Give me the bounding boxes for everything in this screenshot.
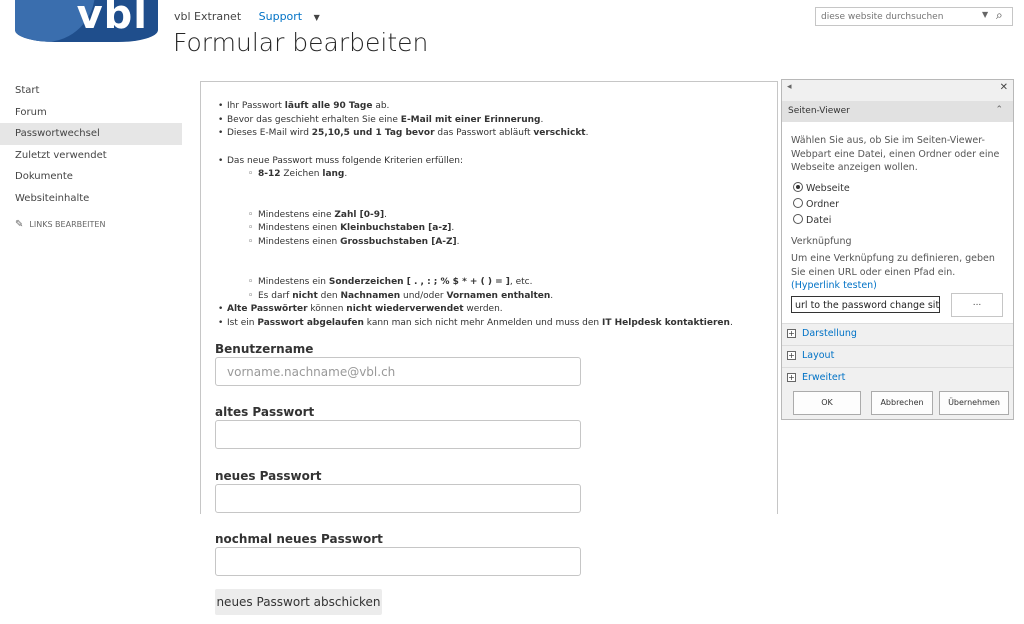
username-field[interactable]: vorname.nachname@vbl.ch (215, 357, 581, 386)
close-icon[interactable]: ✕ (1000, 82, 1008, 93)
url-input[interactable]: url to the password change site (791, 296, 940, 313)
search-input[interactable] (819, 11, 978, 23)
ok-button[interactable]: OK (793, 391, 861, 415)
nav-item-passwortwechsel[interactable]: Passwortwechsel (0, 123, 182, 145)
nav-item-forum[interactable]: Forum (0, 102, 182, 124)
section-title: Seiten-Viewer (788, 106, 850, 116)
old-password-label: altes Passwort (215, 405, 315, 419)
password-rules: Ihr Passwort läuft alle 90 Tage ab. Bevo… (213, 100, 768, 330)
logo-text: vbl (76, 0, 148, 38)
support-link[interactable]: Support (259, 10, 302, 23)
viewer-description: Wählen Sie aus, ob Sie im Seiten-Viewer-… (791, 135, 1000, 173)
expander-darstellung[interactable]: + Darstellung (782, 323, 1013, 345)
username-label: Benutzername (215, 342, 314, 356)
new-password-label: neues Passwort (215, 469, 322, 483)
criteria-item: Es darf nicht den Nachnamen und/oder Vor… (213, 290, 768, 304)
top-navigation: vbl Extranet Support ▼ (174, 10, 334, 23)
rule-item: Alte Passwörter können nicht wiederverwe… (213, 303, 768, 317)
repeat-password-label: nochmal neues Passwort (215, 532, 383, 546)
nav-item-zuletzt-verwendet[interactable]: Zuletzt verwendet (0, 145, 182, 167)
repeat-password-field[interactable] (215, 547, 581, 576)
criteria-item: Mindestens einen Grossbuchstaben [A-Z]. (213, 236, 768, 250)
rule-item: Das neue Passwort muss folgende Kriterie… (213, 155, 768, 169)
plus-icon: + (787, 351, 796, 360)
expander-layout[interactable]: + Layout (782, 345, 1013, 367)
edit-links-label: LINKS BEARBEITEN (29, 220, 106, 229)
criteria-item: Mindestens einen Kleinbuchstaben [a-z]. (213, 222, 768, 236)
cancel-button[interactable]: Abbrechen (871, 391, 933, 415)
radio-ordner[interactable]: Ordner (793, 197, 839, 210)
left-navigation: Start Forum Passwortwechsel Zuletzt verw… (0, 80, 182, 230)
rule-item: Bevor das geschieht erhalten Sie eine E-… (213, 114, 768, 128)
nav-item-websiteinhalte[interactable]: Websiteinhalte (0, 188, 182, 210)
radio-datei[interactable]: Datei (793, 213, 831, 226)
browse-button[interactable]: ... (951, 293, 1003, 317)
section-header[interactable]: Seiten-Viewer ⌃ (782, 101, 1013, 122)
radio-icon (793, 214, 803, 224)
apply-button[interactable]: Übernehmen (939, 391, 1009, 415)
tool-pane-header: ◂ ✕ (782, 80, 1013, 98)
radio-webseite[interactable]: Webseite (793, 181, 850, 194)
edit-links-button[interactable]: ✎ LINKS BEARBEITEN (0, 219, 182, 230)
new-password-field[interactable] (215, 484, 581, 513)
site-name-link[interactable]: vbl Extranet (174, 10, 241, 23)
link-description: Um eine Verknüpfung zu definieren, geben… (791, 253, 995, 291)
page-title: Formular bearbeiten (173, 28, 429, 57)
chevron-left-icon[interactable]: ◂ (787, 82, 792, 92)
tool-pane: ◂ ✕ Seiten-Viewer ⌃ Wählen Sie aus, ob S… (781, 79, 1014, 420)
search-icon[interactable]: ⌕ (996, 8, 1003, 23)
search-scope-dropdown-icon[interactable]: ▼ (982, 10, 988, 19)
plus-icon: + (787, 373, 796, 382)
link-label: Verknüpfung (791, 236, 852, 247)
username-placeholder: vorname.nachname@vbl.ch (227, 365, 396, 379)
plus-icon: + (787, 329, 796, 338)
criteria-item: Mindestens eine Zahl [0-9]. (213, 209, 768, 223)
search-box: ▼ ⌕ (815, 7, 1013, 26)
radio-icon (793, 198, 803, 208)
pencil-icon: ✎ (15, 219, 24, 230)
collapse-icon[interactable]: ⌃ (995, 105, 1003, 115)
nav-item-dokumente[interactable]: Dokumente (0, 166, 182, 188)
nav-item-start[interactable]: Start (0, 80, 182, 102)
rule-item: Ist ein Passwort abgelaufen kann man sic… (213, 317, 768, 331)
criteria-item: Mindestens ein Sonderzeichen [ . , : ; %… (213, 276, 768, 290)
radio-selected-icon (793, 182, 803, 192)
rule-item: Ihr Passwort läuft alle 90 Tage ab. (213, 100, 768, 114)
tool-pane-body: Wählen Sie aus, ob Sie im Seiten-Viewer-… (782, 122, 1013, 327)
criteria-item: 8-12 Zeichen lang. (213, 168, 768, 182)
vbl-logo[interactable]: vbl (15, 0, 158, 42)
expander-erweitert[interactable]: + Erweitert (782, 367, 1013, 389)
hyperlink-test-link[interactable]: (Hyperlink testen) (791, 280, 877, 291)
submit-password-button[interactable]: neues Passwort abschicken (215, 589, 382, 615)
rule-item: Dieses E-Mail wird 25,10,5 und 1 Tag bev… (213, 127, 768, 141)
old-password-field[interactable] (215, 420, 581, 449)
chevron-down-icon[interactable]: ▼ (314, 13, 320, 22)
